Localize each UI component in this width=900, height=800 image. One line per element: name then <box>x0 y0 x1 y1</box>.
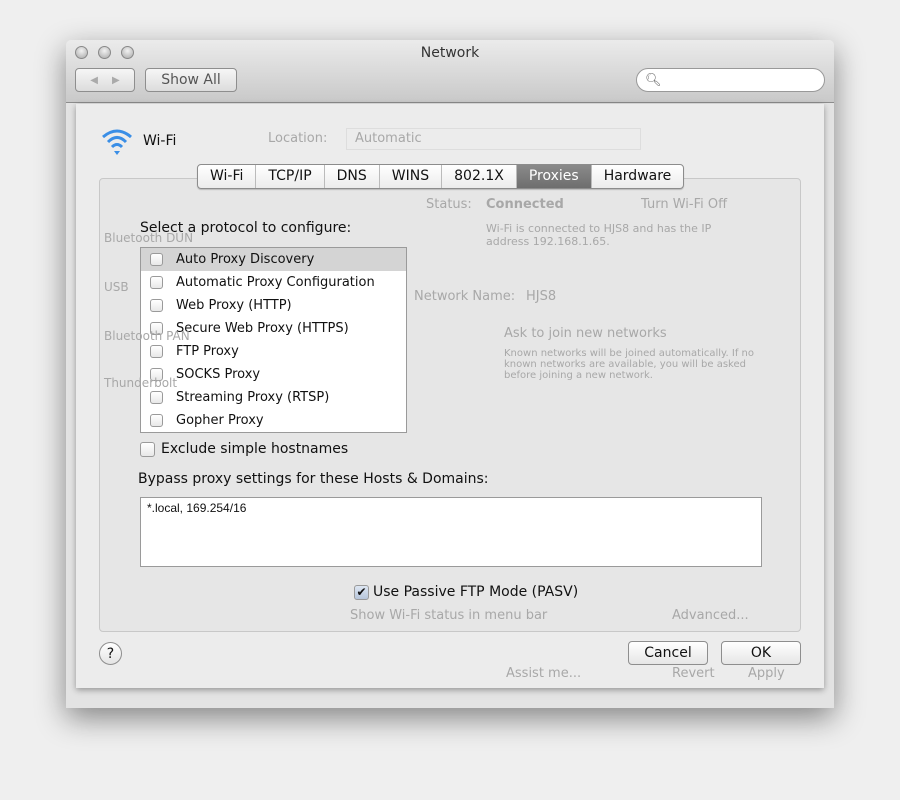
protocol-heading: Select a protocol to configure: <box>140 220 352 236</box>
protocol-label: Secure Web Proxy (HTTPS) <box>176 321 349 336</box>
checkbox[interactable] <box>150 368 163 381</box>
passive-ftp-checkbox[interactable]: ✔ Use Passive FTP Mode (PASV) <box>354 584 578 600</box>
protocol-label: SOCKS Proxy <box>176 367 261 382</box>
checkbox[interactable] <box>150 391 163 404</box>
checkbox[interactable] <box>150 345 163 358</box>
bypass-label: Bypass proxy settings for these Hosts & … <box>138 471 489 487</box>
search-icon: 🔍︎ <box>645 72 662 88</box>
protocol-label: Gopher Proxy <box>176 413 264 428</box>
protocol-row-secure-web-proxy[interactable]: Secure Web Proxy (HTTPS) <box>141 317 406 340</box>
protocol-row-web-proxy[interactable]: Web Proxy (HTTP) <box>141 294 406 317</box>
network-window: Network ◀ ▶ Show All 🔍︎ Location: Automa… <box>66 40 834 708</box>
assist-button: Assist me... <box>506 666 582 681</box>
protocol-row-auto-proxy-discovery[interactable]: Auto Proxy Discovery <box>141 248 406 271</box>
interface-name: Wi-Fi <box>143 133 177 149</box>
checkmark-icon[interactable]: ✔ <box>354 584 369 600</box>
checkbox[interactable] <box>150 253 163 266</box>
revert-button: Revert <box>672 666 715 681</box>
tab-tcpip[interactable]: TCP/IP <box>256 165 325 188</box>
tab-8021x[interactable]: 802.1X <box>442 165 517 188</box>
checkbox[interactable] <box>150 276 163 289</box>
protocol-row-automatic-proxy-configuration[interactable]: Automatic Proxy Configuration <box>141 271 406 294</box>
passive-ftp-label: Use Passive FTP Mode (PASV) <box>373 584 579 600</box>
protocol-row-ftp-proxy[interactable]: FTP Proxy <box>141 340 406 363</box>
checkbox[interactable] <box>140 441 155 457</box>
proxies-sheet: Location: Automatic Status: Connected Tu… <box>76 104 824 688</box>
tab-wifi[interactable]: Wi-Fi <box>198 165 257 188</box>
back-icon[interactable]: ◀ <box>90 75 98 86</box>
tab-hardware[interactable]: Hardware <box>592 165 684 188</box>
protocol-label: Streaming Proxy (RTSP) <box>176 390 330 405</box>
location-select: Automatic <box>346 128 641 150</box>
protocol-row-socks-proxy[interactable]: SOCKS Proxy <box>141 363 406 386</box>
ok-button[interactable]: OK <box>721 641 801 665</box>
protocol-row-gopher-proxy[interactable]: Gopher Proxy <box>141 409 406 432</box>
title-bar: Network ◀ ▶ Show All 🔍︎ <box>66 40 834 103</box>
window-title: Network <box>420 45 480 61</box>
checkbox[interactable] <box>150 414 163 427</box>
protocol-label: Web Proxy (HTTP) <box>176 298 292 313</box>
checkbox[interactable] <box>150 322 163 335</box>
help-button[interactable]: ? <box>99 642 122 665</box>
tab-proxies[interactable]: Proxies <box>516 165 592 188</box>
location-label: Location: <box>268 131 328 146</box>
wifi-icon <box>102 129 132 155</box>
apply-button: Apply <box>748 666 785 681</box>
exclude-simple-label: Exclude simple hostnames <box>161 441 349 457</box>
protocol-list: Auto Proxy Discovery Automatic Proxy Con… <box>140 247 407 433</box>
protocol-label: FTP Proxy <box>176 344 239 359</box>
search-input[interactable]: 🔍︎ <box>636 68 825 92</box>
show-all-button[interactable]: Show All <box>145 68 237 92</box>
forward-icon[interactable]: ▶ <box>112 75 120 86</box>
bypass-hosts-textarea[interactable]: *.local, 169.254/16 <box>140 497 762 567</box>
tab-dns[interactable]: DNS <box>325 165 380 188</box>
protocol-label: Auto Proxy Discovery <box>176 252 315 267</box>
tab-wins[interactable]: WINS <box>380 165 443 188</box>
cancel-button[interactable]: Cancel <box>628 641 708 665</box>
tab-bar: Wi-Fi TCP/IP DNS WINS 802.1X Proxies Har… <box>197 164 685 189</box>
back-forward-control[interactable]: ◀ ▶ <box>75 68 135 92</box>
exclude-simple-hostnames-checkbox[interactable]: Exclude simple hostnames <box>140 441 348 457</box>
checkbox[interactable] <box>150 299 163 312</box>
protocol-row-streaming-proxy[interactable]: Streaming Proxy (RTSP) <box>141 386 406 409</box>
protocol-label: Automatic Proxy Configuration <box>176 275 375 290</box>
